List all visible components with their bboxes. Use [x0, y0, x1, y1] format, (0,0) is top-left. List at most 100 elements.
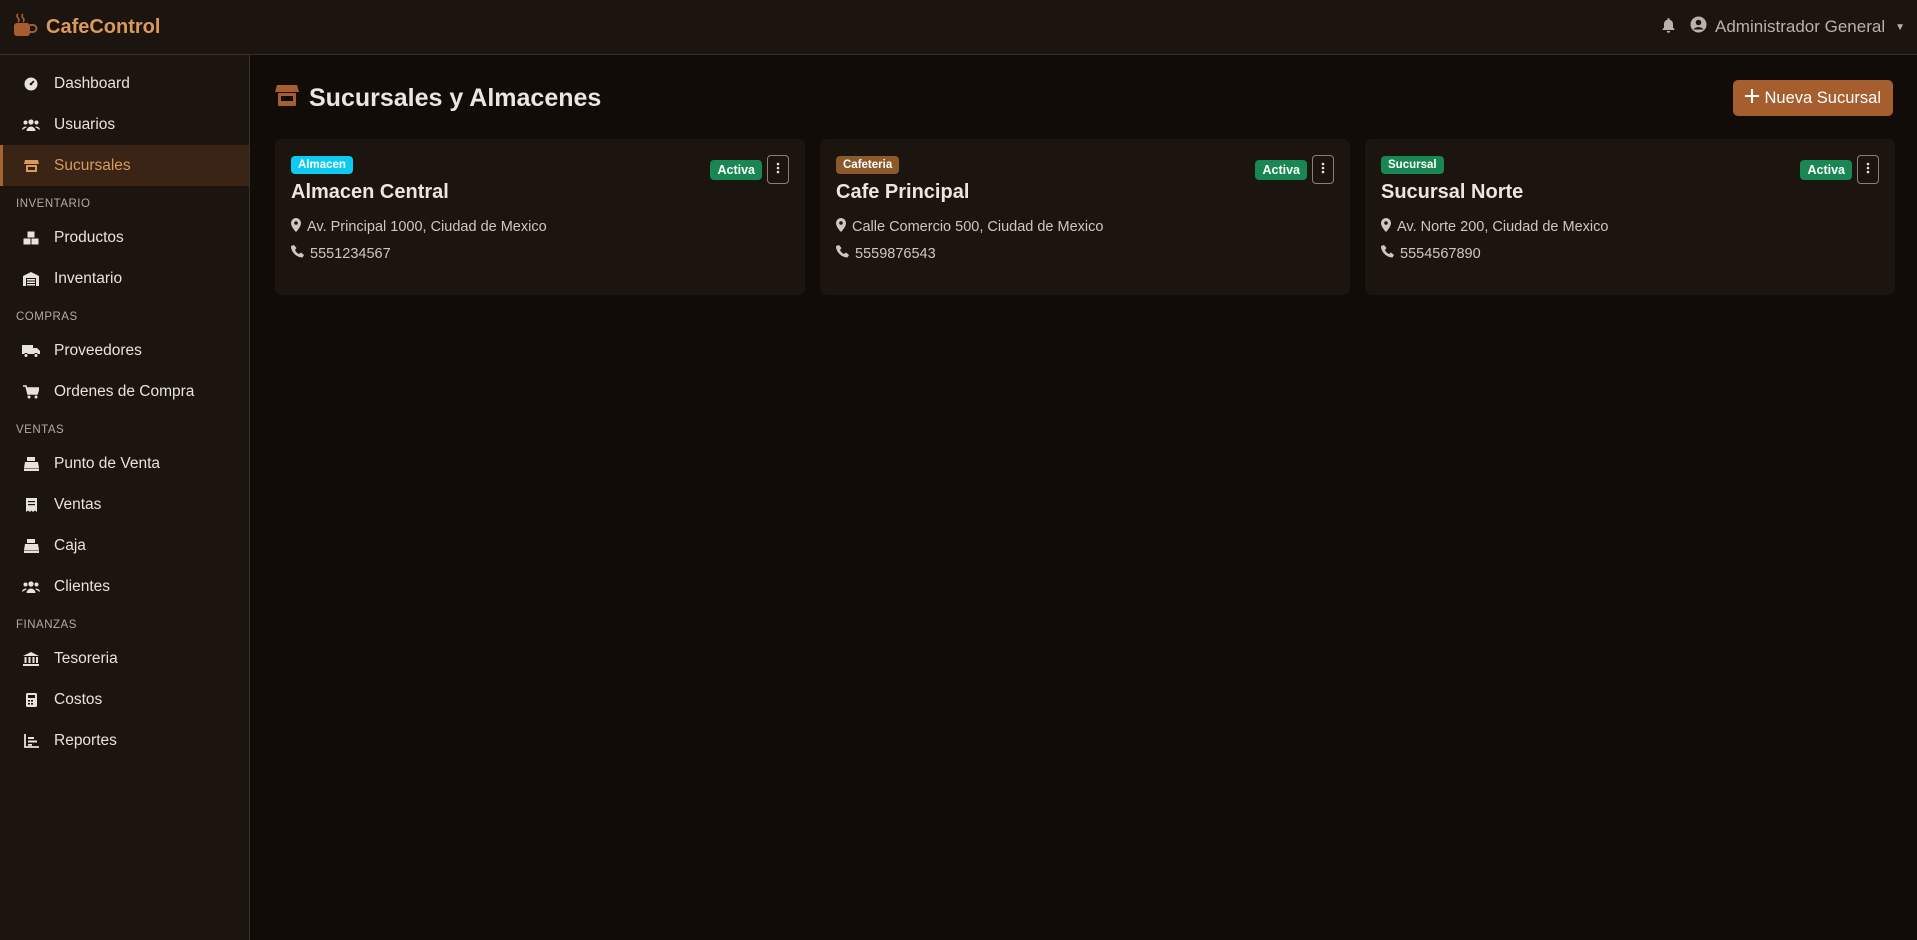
sidebar-item-reportes[interactable]: Reportes — [0, 720, 249, 761]
branch-address: Calle Comercio 500, Ciudad de Mexico — [836, 218, 1334, 236]
sidebar-item-label: Costos — [54, 690, 103, 708]
clients-icon — [22, 580, 40, 594]
sidebar-item-productos[interactable]: Productos — [0, 217, 249, 258]
boxes-icon — [22, 231, 40, 245]
users-icon — [22, 118, 40, 132]
sidebar-item-label: Tesoreria — [54, 649, 118, 667]
branch-address: Av. Norte 200, Ciudad de Mexico — [1381, 218, 1879, 236]
cash-box-icon — [22, 538, 40, 553]
sidebar-item-dashboard[interactable]: Dashboard — [0, 63, 249, 104]
branch-card[interactable]: Cafeteria Cafe Principal Calle Comercio … — [820, 139, 1350, 295]
map-marker-icon — [836, 218, 846, 236]
status-badge: Activa — [1255, 159, 1307, 180]
branch-phone-text: 5551234567 — [310, 245, 391, 262]
ellipsis-vertical-icon — [1866, 161, 1870, 179]
more-options-button[interactable] — [1312, 155, 1334, 184]
store-icon — [22, 159, 40, 173]
branch-address-text: Calle Comercio 500, Ciudad de Mexico — [852, 219, 1104, 235]
store-icon — [275, 84, 299, 113]
user-circle-icon — [1690, 16, 1707, 38]
brand-name: CafeControl — [46, 15, 161, 38]
sidebar-item-label: Punto de Venta — [54, 454, 161, 472]
map-marker-icon — [1381, 218, 1391, 236]
cash-register-icon — [22, 456, 40, 471]
branch-phone-text: 5554567890 — [1400, 245, 1481, 262]
bank-icon — [22, 651, 40, 666]
branch-phone: 5559876543 — [836, 245, 1334, 262]
cart-icon — [22, 384, 40, 399]
new-branch-button[interactable]: Nueva Sucursal — [1732, 80, 1893, 116]
type-badge: Sucursal — [1381, 156, 1444, 174]
sidebar-item-label: Usuarios — [54, 115, 116, 133]
sidebar-item-punto-de-venta[interactable]: Punto de Venta — [0, 443, 249, 484]
sidebar-item-label: Ordenes de Compra — [54, 382, 195, 400]
warehouse-icon — [22, 271, 40, 286]
sidebar-item-clientes[interactable]: Clientes — [0, 566, 249, 607]
sidebar-item-label: Productos — [54, 228, 124, 246]
main-content: Sucursales y Almacenes Nueva Sucursal Al… — [251, 55, 1917, 940]
sidebar-item-proveedores[interactable]: Proveedores — [0, 330, 249, 371]
page-title: Sucursales y Almacenes — [275, 84, 601, 113]
ellipsis-vertical-icon — [776, 161, 780, 179]
phone-icon — [836, 245, 849, 262]
branch-card[interactable]: Almacen Almacen Central Av. Principal 10… — [275, 139, 805, 295]
sidebar-item-sucursales[interactable]: Sucursales — [0, 145, 249, 186]
map-marker-icon — [291, 218, 301, 236]
gauge-icon — [22, 77, 40, 91]
chart-icon — [22, 733, 40, 748]
phone-icon — [291, 245, 304, 262]
sidebar-item-label: Inventario — [54, 269, 123, 287]
branch-name: Cafe Principal — [836, 181, 970, 203]
type-badge: Almacen — [291, 156, 353, 174]
sidebar-item-label: Reportes — [54, 731, 117, 749]
user-name: Administrador General — [1715, 17, 1886, 36]
sidebar-section-inventario: INVENTARIO — [16, 198, 91, 210]
caret-down-icon: ▼ — [1895, 21, 1905, 33]
page-header: Sucursales y Almacenes Nueva Sucursal — [275, 79, 1893, 117]
phone-icon — [1381, 245, 1394, 262]
branch-card[interactable]: Sucursal Sucursal Norte Av. Norte 200, C… — [1365, 139, 1895, 295]
sidebar-item-label: Sucursales — [54, 156, 131, 174]
more-options-button[interactable] — [1857, 155, 1879, 184]
sidebar-item-label: Ventas — [54, 495, 102, 513]
sidebar-item-inventario[interactable]: Inventario — [0, 258, 249, 299]
type-badge: Cafeteria — [836, 156, 900, 174]
plus-icon — [1744, 88, 1759, 108]
calculator-icon — [22, 692, 40, 707]
branch-card-list: Almacen Almacen Central Av. Principal 10… — [275, 139, 1895, 295]
ellipsis-vertical-icon — [1321, 161, 1325, 179]
sidebar-section-compras: COMPRAS — [16, 311, 78, 323]
branch-name: Almacen Central — [291, 181, 449, 203]
branch-name: Sucursal Norte — [1381, 181, 1524, 203]
branch-phone: 5554567890 — [1381, 245, 1879, 262]
sidebar-item-ventas[interactable]: Ventas — [0, 484, 249, 525]
sidebar-item-label: Dashboard — [54, 74, 130, 92]
branch-address-text: Av. Principal 1000, Ciudad de Mexico — [307, 219, 547, 235]
branch-phone: 5551234567 — [291, 245, 789, 262]
sidebar-item-label: Caja — [54, 536, 86, 554]
top-navbar: CafeControl Administrador General ▼ — [0, 0, 1917, 55]
sidebar-item-label: Proveedores — [54, 341, 142, 359]
sidebar-item-ordenes-de-compra[interactable]: Ordenes de Compra — [0, 371, 249, 412]
sidebar-item-usuarios[interactable]: Usuarios — [0, 104, 249, 145]
bell-icon[interactable] — [1661, 17, 1676, 38]
branch-address-text: Av. Norte 200, Ciudad de Mexico — [1397, 219, 1609, 235]
status-badge: Activa — [710, 159, 762, 180]
brand[interactable]: CafeControl — [12, 12, 160, 43]
new-branch-button-label: Nueva Sucursal — [1764, 88, 1881, 107]
branch-phone-text: 5559876543 — [855, 245, 936, 262]
page-title-text: Sucursales y Almacenes — [309, 83, 602, 112]
sidebar-section-finanzas: FINANZAS — [16, 619, 77, 631]
sidebar-item-costos[interactable]: Costos — [0, 679, 249, 720]
sidebar-item-label: Clientes — [54, 577, 110, 595]
user-menu[interactable]: Administrador General ▼ — [1690, 16, 1905, 38]
more-options-button[interactable] — [767, 155, 789, 184]
sidebar: Dashboard Usuarios Sucursales INVENTARIO… — [0, 55, 250, 940]
sidebar-section-ventas: VENTAS — [16, 424, 65, 436]
status-badge: Activa — [1800, 159, 1852, 180]
truck-icon — [22, 344, 40, 358]
receipt-icon — [22, 497, 40, 512]
sidebar-item-tesoreria[interactable]: Tesoreria — [0, 638, 249, 679]
coffee-mug-icon — [12, 12, 38, 43]
sidebar-item-caja[interactable]: Caja — [0, 525, 249, 566]
